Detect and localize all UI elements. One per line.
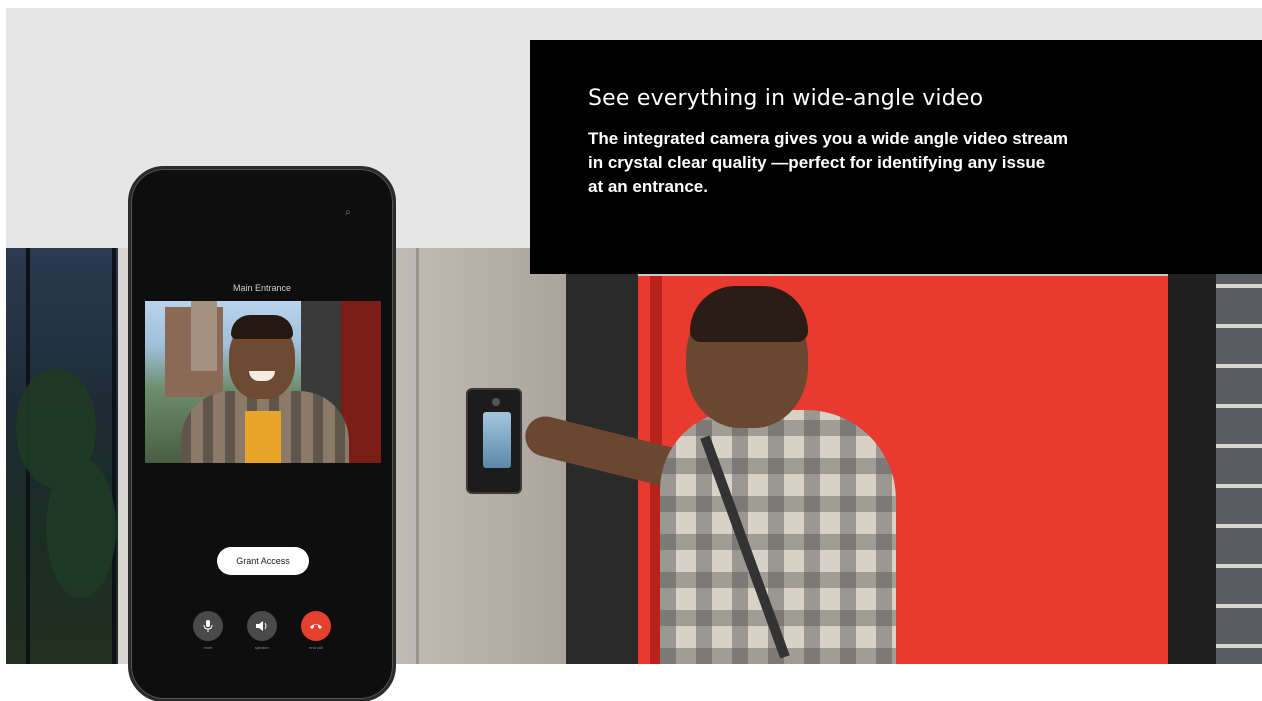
feature-info-box: See everything in wide-angle video The i… xyxy=(530,40,1262,274)
speaker-label: speaker xyxy=(254,645,270,650)
end-call-label: end call xyxy=(309,645,323,650)
window-frame xyxy=(112,248,116,664)
grant-access-button[interactable]: Grant Access xyxy=(217,547,309,575)
video-feed xyxy=(145,301,381,463)
feature-description: The integrated camera gives you a wide a… xyxy=(588,129,1068,196)
speaker-icon xyxy=(256,621,267,631)
end-call-control[interactable]: end call xyxy=(300,611,332,650)
mute-control[interactable]: mute xyxy=(192,611,224,650)
end-call-icon xyxy=(310,624,322,629)
wall-seam xyxy=(416,248,419,664)
visitor-shirt xyxy=(245,411,281,463)
mute-label: mute xyxy=(203,645,213,650)
end-call-button[interactable] xyxy=(301,611,331,641)
microphone-icon xyxy=(203,620,213,632)
camera-lens-icon xyxy=(492,398,500,406)
call-controls: mute speaker end call xyxy=(131,611,393,650)
speaker-button[interactable] xyxy=(247,611,277,641)
entrance-label: Main Entrance xyxy=(232,283,292,293)
visitor-hair xyxy=(231,315,293,339)
background-tower xyxy=(191,301,217,371)
brick-wall xyxy=(1216,248,1262,664)
speaker-control[interactable]: speaker xyxy=(246,611,278,650)
intercom-device xyxy=(466,388,522,494)
door-frame-right xyxy=(1168,248,1216,664)
glass-window xyxy=(6,248,118,664)
feature-heading: See everything in wide-angle video xyxy=(588,86,984,111)
search-icon: ⌕ xyxy=(345,207,351,218)
tree-reflection xyxy=(46,458,116,598)
phone-mockup: ⌕ Main Entrance Grant Access mute speake… xyxy=(128,166,396,701)
microphone-button[interactable] xyxy=(193,611,223,641)
intercom-screen xyxy=(483,412,511,468)
